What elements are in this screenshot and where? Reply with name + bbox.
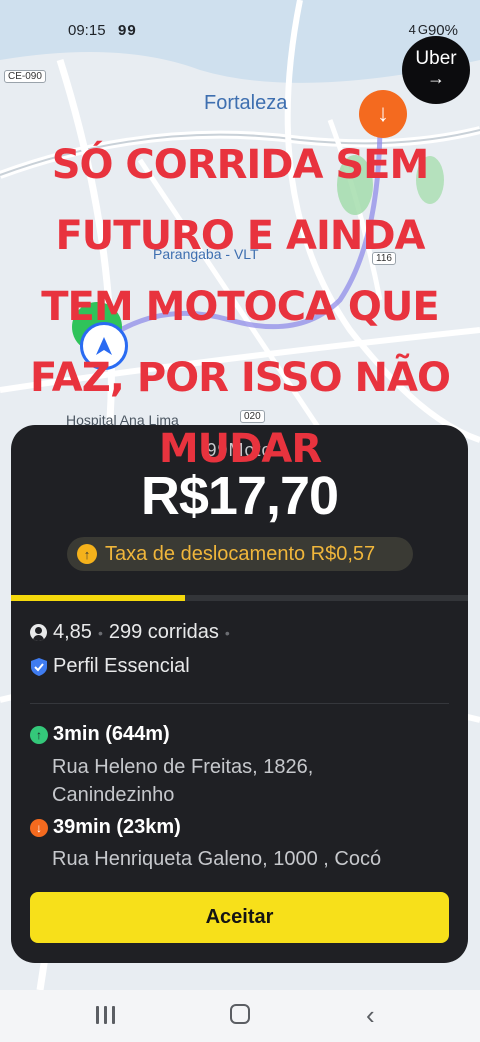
- dropoff-eta-row: ↓ 39min (23km): [30, 816, 181, 839]
- dropoff-eta: 39min (23km): [53, 816, 181, 838]
- signal-icon: 4G: [408, 22, 430, 37]
- passenger-profile: Perfil Essencial: [53, 655, 190, 677]
- back-button[interactable]: ‹: [366, 1000, 375, 1031]
- uber-switch-button[interactable]: Uber →: [402, 36, 470, 104]
- pickup-address-line2: Canindezinho: [52, 784, 175, 806]
- displacement-fee-chip: ↑ Taxa de deslocamento R$0,57: [67, 537, 413, 571]
- overlay-caption: SÓ CORRIDA SEM FUTURO E AINDA TEM MOTOCA…: [0, 130, 480, 485]
- pickup-arrow-up-icon: ↑: [30, 725, 48, 744]
- pickup-eta-row: ↑ 3min (644m): [30, 723, 170, 746]
- timer-progress-track: [11, 595, 468, 601]
- dropoff-address: Rua Henriqueta Galeno, 1000 , Cocó: [52, 848, 382, 870]
- passenger-rating: 4,85: [53, 621, 92, 643]
- back-icon: ‹: [366, 1000, 375, 1030]
- status-time: 09:15: [68, 22, 106, 39]
- arrow-right-icon: →: [427, 68, 445, 88]
- map-city-label: Fortaleza: [204, 92, 288, 114]
- home-button[interactable]: [230, 1004, 250, 1024]
- arrow-up-icon: ↑: [77, 544, 97, 564]
- displacement-fee-text: Taxa de deslocamento R$0,57: [105, 542, 376, 565]
- ride-request-card: 99Moto R$17,70 ↑ Taxa de deslocamento R$…: [11, 425, 468, 963]
- caption-line: SÓ CORRIDA SEM: [51, 142, 430, 188]
- shield-icon: [31, 657, 47, 676]
- pickup-eta: 3min (644m): [53, 723, 170, 745]
- status-app-icons: 99: [118, 22, 137, 39]
- arrow-down-icon: ↓: [377, 100, 389, 127]
- caption-line: FAZ, POR ISSO NÃO: [30, 355, 451, 401]
- dropoff-arrow-down-icon: ↓: [30, 818, 48, 837]
- status-bar: 09:15 99 4G 90%: [0, 20, 480, 44]
- caption-line: MUDAR: [158, 426, 322, 472]
- separator-dot: •: [224, 624, 230, 641]
- system-nav-bar: ‹: [0, 990, 480, 1042]
- caption-line: FUTURO E AINDA: [55, 213, 425, 259]
- pickup-address-line1: Rua Heleno de Freitas, 1826,: [52, 756, 314, 778]
- caption-line: TEM MOTOCA QUE: [41, 284, 439, 330]
- timer-progress-fill: [11, 595, 185, 601]
- passenger-ride-count: 299 corridas: [108, 621, 219, 643]
- accept-button[interactable]: Aceitar: [30, 892, 449, 943]
- passenger-profile-row: Perfil Essencial: [30, 655, 190, 678]
- route-shield-ce090: CE-090: [4, 70, 46, 83]
- person-icon: [30, 624, 47, 641]
- separator-dot: •: [97, 624, 103, 641]
- passenger-rating-row: 4,85 • 299 corridas •: [30, 621, 236, 644]
- divider: [30, 703, 449, 704]
- recent-apps-button[interactable]: [96, 1006, 116, 1024]
- uber-label: Uber: [415, 48, 457, 69]
